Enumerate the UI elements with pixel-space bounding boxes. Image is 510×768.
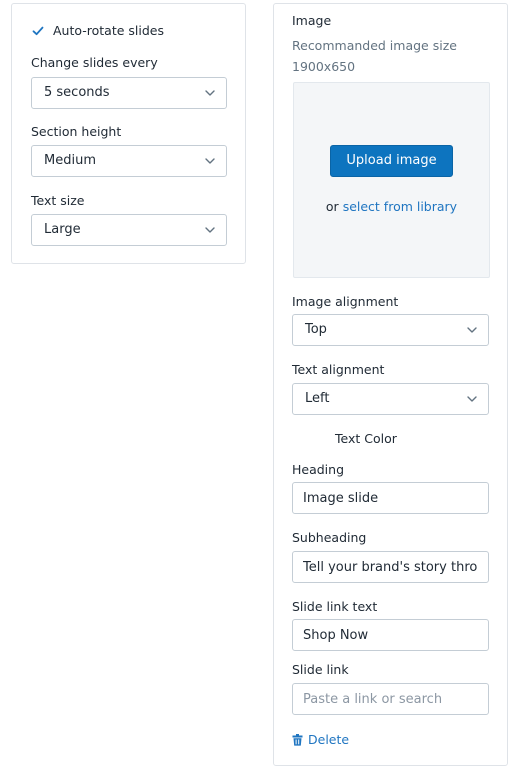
- text-size-label: Text size: [31, 193, 85, 208]
- subheading-label: Subheading: [292, 530, 367, 545]
- section-height-label: Section height: [31, 124, 122, 139]
- chevron-down-icon: [205, 90, 215, 96]
- text-size-select[interactable]: Large: [31, 214, 227, 246]
- change-every-label: Change slides every: [31, 55, 158, 70]
- autorotate-label[interactable]: Auto-rotate slides: [53, 23, 164, 38]
- trash-icon: [292, 733, 303, 746]
- subheading-input[interactable]: [292, 551, 489, 583]
- text-size-value: Large: [44, 222, 81, 237]
- slide-link-label: Slide link: [292, 662, 349, 677]
- image-picker: Upload image or select from library: [293, 82, 490, 278]
- slide-settings-panel: Image Recommanded image size 1900x650 Up…: [273, 3, 508, 766]
- text-alignment-value: Left: [305, 391, 330, 406]
- delete-label: Delete: [308, 732, 350, 747]
- change-every-value: 5 seconds: [44, 85, 110, 100]
- image-label: Image: [292, 13, 332, 28]
- delete-slide-button[interactable]: Delete: [292, 732, 349, 747]
- change-every-select[interactable]: 5 seconds: [31, 77, 227, 109]
- heading-label: Heading: [292, 462, 345, 477]
- chevron-down-icon: [467, 396, 477, 402]
- autorotate-checkbox[interactable]: [31, 24, 45, 38]
- chevron-down-icon: [467, 327, 477, 333]
- image-alignment-value: Top: [305, 322, 327, 337]
- image-size-hint: Recommanded image size: [292, 38, 457, 53]
- chevron-down-icon: [205, 227, 215, 233]
- slide-link-text-label: Slide link text: [292, 599, 378, 614]
- library-line: or select from library: [294, 199, 489, 214]
- image-alignment-label: Image alignment: [292, 294, 399, 309]
- slide-link-input[interactable]: [292, 683, 489, 715]
- image-alignment-select[interactable]: Top: [292, 314, 489, 346]
- slideshow-settings-panel: Auto-rotate slides Change slides every 5…: [11, 3, 246, 264]
- slide-link-text-input[interactable]: [292, 619, 489, 651]
- section-height-value: Medium: [44, 153, 96, 168]
- section-height-select[interactable]: Medium: [31, 145, 227, 177]
- text-alignment-select[interactable]: Left: [292, 383, 489, 415]
- image-size-dimensions: 1900x650: [292, 59, 356, 74]
- or-text: or: [325, 199, 339, 214]
- chevron-down-icon: [205, 158, 215, 164]
- text-color-picker[interactable]: Text Color: [335, 431, 397, 446]
- text-alignment-label: Text alignment: [292, 362, 385, 377]
- upload-image-button[interactable]: Upload image: [330, 145, 453, 177]
- heading-input[interactable]: [292, 482, 489, 514]
- select-from-library-link[interactable]: select from library: [343, 199, 457, 214]
